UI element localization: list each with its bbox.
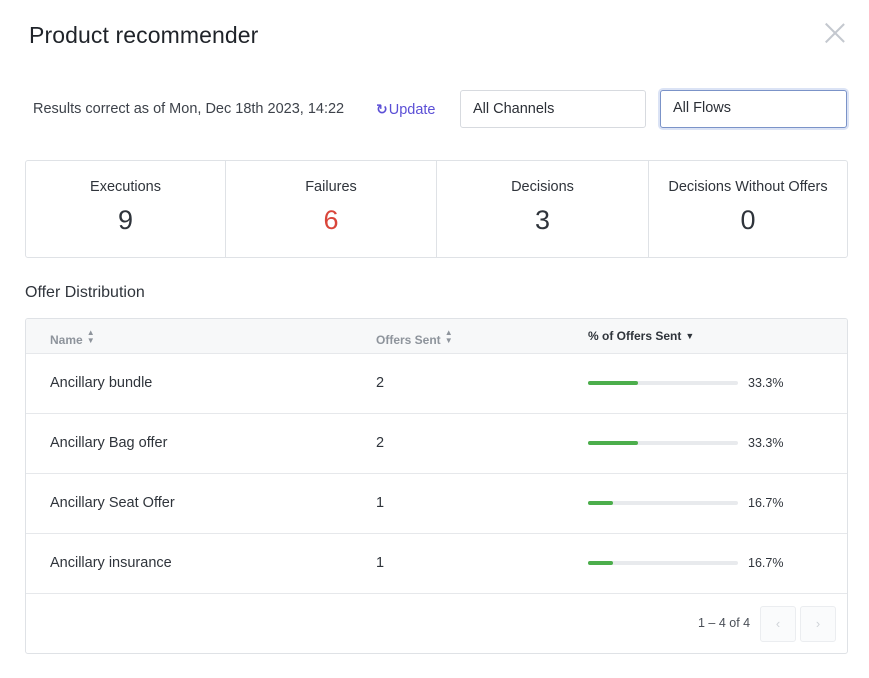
toolbar: Results correct as of Mon, Dec 18th 2023… <box>33 90 847 128</box>
table-footer: 1 – 4 of 4 ‹ › <box>26 595 847 653</box>
results-timestamp: Results correct as of Mon, Dec 18th 2023… <box>33 101 345 117</box>
prev-page-button[interactable]: ‹ <box>760 606 796 642</box>
column-label: % of Offers Sent <box>588 329 682 343</box>
stat-label: Failures <box>305 179 357 195</box>
percentage-bar <box>588 381 738 385</box>
column-label: Name <box>50 333 83 347</box>
percentage-bar-fill <box>588 441 638 445</box>
stat-value: 9 <box>117 205 134 235</box>
update-label: Update <box>388 101 436 118</box>
offers-sent: 2 <box>376 435 385 451</box>
chevron-left-icon: ‹ <box>775 616 781 631</box>
column-label: Offers Sent <box>376 333 441 347</box>
offers-sent: 1 <box>376 495 385 511</box>
chevron-right-icon: › <box>815 616 821 631</box>
column-header-pct-sent[interactable]: % of Offers Sent ▼ <box>588 329 694 343</box>
offer-name: Ancillary Seat Offer <box>50 495 175 511</box>
flow-select[interactable]: All Flows <box>660 90 847 128</box>
offer-name: Ancillary insurance <box>50 555 172 571</box>
offer-name: Ancillary Bag offer <box>50 435 168 451</box>
stat-label: Decisions Without Offers <box>668 179 828 195</box>
stat-value: 3 <box>534 205 551 235</box>
stats-panel: Executions 9 Failures 6 Decisions 3 Deci… <box>25 160 848 258</box>
sort-icon: ▲ ▼ <box>444 328 453 345</box>
modal-title: Product recommender <box>29 22 259 48</box>
column-header-offers-sent[interactable]: Offers Sent▲ ▼ <box>376 328 453 348</box>
refresh-icon: ↻ <box>376 101 388 117</box>
percentage-bar-fill <box>588 501 614 505</box>
update-button[interactable]: ↻ Update <box>376 101 436 118</box>
table-row: Ancillary bundle 2 33.3% <box>26 354 847 414</box>
stat-label: Executions <box>90 179 161 195</box>
stat-failures: Failures 6 <box>226 161 437 257</box>
offer-table: Name▲ ▼ Offers Sent▲ ▼ % of Offers Sent ▼ A… <box>25 318 848 654</box>
channel-select[interactable]: All Channels <box>460 90 646 128</box>
percentage-bar-fill <box>588 561 614 565</box>
percentage-bar-fill <box>588 381 638 385</box>
pagination-info: 1 – 4 of 4 <box>698 616 751 630</box>
next-page-button[interactable]: › <box>800 606 836 642</box>
offer-name: Ancillary bundle <box>50 375 153 391</box>
stat-value: 0 <box>740 205 756 235</box>
percentage-label: 33.3% <box>748 436 784 450</box>
percentage-bar <box>588 441 738 445</box>
table-row: Ancillary Bag offer 2 33.3% <box>26 414 847 474</box>
percentage-label: 16.7% <box>748 556 784 570</box>
stat-decisions: Decisions 3 <box>437 161 649 257</box>
table-header: Name▲ ▼ Offers Sent▲ ▼ % of Offers Sent ▼ <box>26 319 847 354</box>
percentage-bar <box>588 561 738 565</box>
table-row: Ancillary Seat Offer 1 16.7% <box>26 474 847 534</box>
sort-icon: ▲ ▼ <box>86 328 95 345</box>
caret-down-icon: ▼ <box>685 331 695 341</box>
section-title: Offer Distribution <box>25 284 145 301</box>
stat-decisions-without-offers: Decisions Without Offers 0 <box>649 161 847 257</box>
stat-value: 6 <box>323 205 339 235</box>
percentage-label: 33.3% <box>748 376 784 390</box>
percentage-bar <box>588 501 738 505</box>
percentage-label: 16.7% <box>748 496 784 510</box>
table-row: Ancillary insurance 1 16.7% <box>26 534 847 594</box>
stat-label: Decisions <box>511 179 574 195</box>
close-icon[interactable] <box>824 22 846 44</box>
offers-sent: 1 <box>376 555 385 571</box>
offers-sent: 2 <box>376 375 385 391</box>
stat-executions: Executions 9 <box>26 161 226 257</box>
column-header-name[interactable]: Name▲ ▼ <box>50 328 95 348</box>
